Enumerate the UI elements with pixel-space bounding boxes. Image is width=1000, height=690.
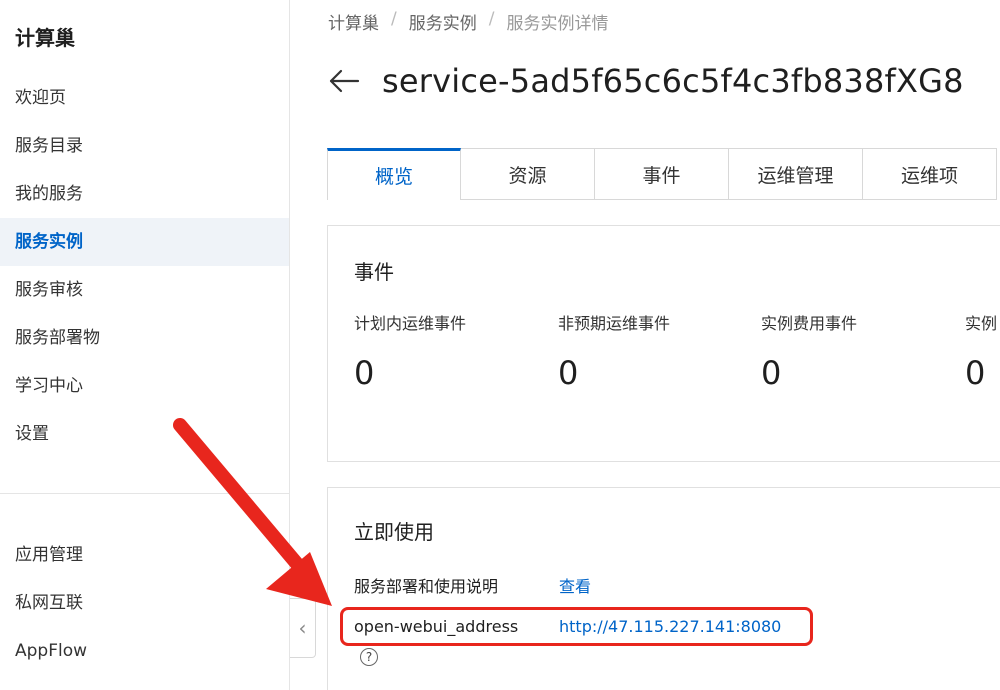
stat-value: 0 xyxy=(965,354,986,392)
stat-planned-ops: 计划内运维事件 0 xyxy=(354,310,466,392)
stat-label: 实例 xyxy=(965,314,998,333)
address-label: open-webui_address xyxy=(354,617,519,636)
tab-bar: 概览 资源 事件 运维管理 运维项 xyxy=(327,148,997,200)
events-card-title: 事件 xyxy=(354,260,394,284)
sidebar: 计算巢 欢迎页 服务目录 我的服务 服务实例 服务审核 服务部署物 学习中心 设… xyxy=(0,0,290,690)
stat-label: 非预期运维事件 xyxy=(558,314,671,333)
tab-resources[interactable]: 资源 xyxy=(461,148,595,200)
sidebar-item-service-review[interactable]: 服务审核 xyxy=(0,266,289,314)
sidebar-divider xyxy=(0,493,289,494)
stat-label: 计划内运维事件 xyxy=(354,314,467,333)
tab-events[interactable]: 事件 xyxy=(595,148,729,200)
address-link[interactable]: http://47.115.227.141:8080 xyxy=(559,617,781,636)
sidebar-item-my-services[interactable]: 我的服务 xyxy=(0,170,289,218)
breadcrumb-item-compute-nest[interactable]: 计算巢 xyxy=(328,9,379,34)
breadcrumb-separator: / xyxy=(391,9,397,29)
sidebar-item-appflow[interactable]: AppFlow xyxy=(0,627,289,675)
page-header: service-5ad5f65c6c5f4c3fb838fXG8 xyxy=(328,62,964,100)
sidebar-item-settings[interactable]: 设置 xyxy=(0,410,289,458)
help-icon[interactable]: ? xyxy=(360,648,378,666)
sidebar-title: 计算巢 xyxy=(15,26,75,50)
collapse-left-icon: ‹ xyxy=(298,616,307,640)
page-title: service-5ad5f65c6c5f4c3fb838fXG8 xyxy=(382,62,964,100)
tab-ops-items[interactable]: 运维项 xyxy=(863,148,997,200)
stat-value: 0 xyxy=(558,354,579,392)
stat-label: 实例费用事件 xyxy=(761,314,858,333)
sidebar-collapse-button[interactable]: ‹ xyxy=(290,598,316,658)
sidebar-item-private-network[interactable]: 私网互联 xyxy=(0,579,289,627)
sidebar-item-app-management[interactable]: 应用管理 xyxy=(0,531,289,579)
guide-label: 服务部署和使用说明 xyxy=(354,577,499,596)
breadcrumb: 计算巢 / 服务实例 / 服务实例详情 xyxy=(328,9,608,34)
sidebar-item-deployables[interactable]: 服务部署物 xyxy=(0,314,289,362)
usage-card-title: 立即使用 xyxy=(354,520,434,544)
events-card: 事件 计划内运维事件 0 非预期运维事件 0 实例费用事件 0 实例 0 xyxy=(327,225,1000,462)
sidebar-item-learning-center[interactable]: 学习中心 xyxy=(0,362,289,410)
stat-instance-billing: 实例费用事件 0 xyxy=(761,310,857,392)
tab-ops-management[interactable]: 运维管理 xyxy=(729,148,863,200)
stat-value: 0 xyxy=(354,354,375,392)
stat-instance-other: 实例 0 xyxy=(965,310,997,392)
breadcrumb-separator: / xyxy=(488,9,495,29)
back-arrow-icon[interactable] xyxy=(328,64,362,98)
usage-card: 立即使用 服务部署和使用说明 查看 open-webui_address htt… xyxy=(327,487,1000,690)
view-guide-link[interactable]: 查看 xyxy=(559,573,591,597)
tab-overview[interactable]: 概览 xyxy=(327,148,461,200)
sidebar-item-service-instances[interactable]: 服务实例 xyxy=(0,218,289,266)
stat-unplanned-ops: 非预期运维事件 0 xyxy=(558,310,670,392)
sidebar-item-service-catalog[interactable]: 服务目录 xyxy=(0,122,289,170)
stat-value: 0 xyxy=(761,354,782,392)
breadcrumb-item-service-instances[interactable]: 服务实例 xyxy=(409,9,477,34)
breadcrumb-item-current: 服务实例详情 xyxy=(506,14,609,34)
sidebar-item-welcome[interactable]: 欢迎页 xyxy=(0,74,289,122)
